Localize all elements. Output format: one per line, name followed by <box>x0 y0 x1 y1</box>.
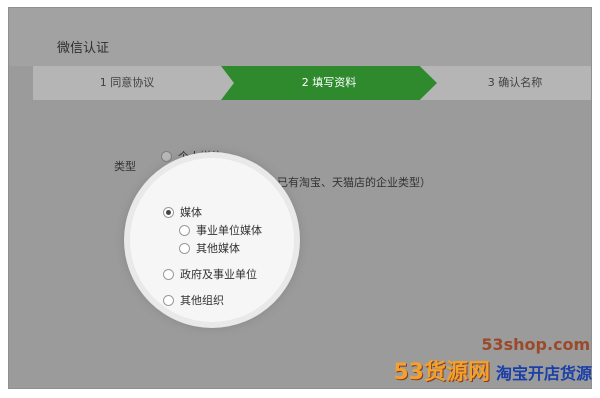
option-other-organization[interactable]: 其他组织 <box>163 292 224 308</box>
option-media[interactable]: 媒体 <box>163 204 202 220</box>
radio-selected-icon[interactable] <box>163 206 174 218</box>
radio-icon[interactable] <box>163 294 174 306</box>
option-public-institution-media[interactable]: 事业单位媒体 <box>179 222 262 238</box>
type-label: 类型 <box>114 160 136 173</box>
watermark: 53shop.com 53货源网 淘宝开店货源 <box>393 335 592 386</box>
header-bar: 微信认证 <box>9 8 591 66</box>
radio-icon[interactable] <box>161 150 172 162</box>
step-fill-info[interactable]: 2 填写资料 <box>221 66 437 100</box>
magnifier-lens: 媒体 事业单位媒体 其他媒体 政府及事业单位 其他组织 <box>130 158 294 322</box>
page-title: 微信认证 <box>57 41 110 56</box>
radio-icon[interactable] <box>163 268 174 280</box>
radio-icon[interactable] <box>179 242 190 254</box>
option-government[interactable]: 政府及事业单位 <box>163 266 257 282</box>
wechat-cert-window: 微信认证 1 同意协议 2 填写资料 3 确认名称 类型 个人媒体 网店商家（淘… <box>8 7 592 389</box>
step-progress: 1 同意协议 2 填写资料 3 确认名称 <box>33 66 591 100</box>
option-other-media[interactable]: 其他媒体 <box>179 240 240 256</box>
watermark-site: 53shop.com <box>481 335 591 354</box>
watermark-brand: 53货源网 <box>393 360 490 385</box>
step-agree[interactable]: 1 同意协议 <box>33 66 221 100</box>
step-confirm-name[interactable]: 3 确认名称 <box>437 66 591 100</box>
radio-icon[interactable] <box>179 224 190 236</box>
watermark-slogan: 淘宝开店货源 <box>495 364 592 383</box>
